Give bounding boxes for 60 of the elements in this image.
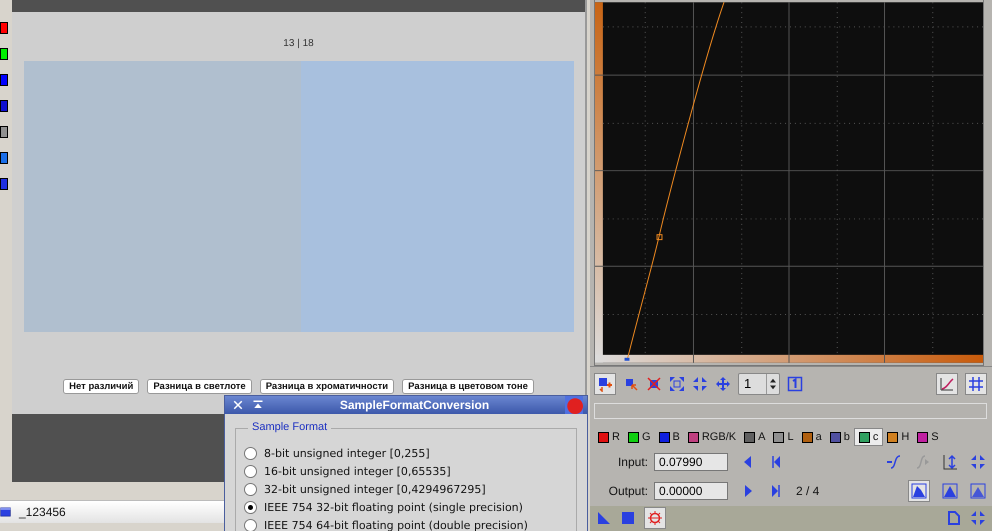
close-icon[interactable] [232,399,244,411]
option-label: 32-bit unsigned integer [0,4294967295] [264,482,486,496]
window-icon[interactable] [0,505,11,519]
page-counter: 13 | 18 [283,38,314,51]
channel-icon[interactable] [0,126,8,138]
channel-tab[interactable]: S [913,429,943,446]
compare-button[interactable]: Нет различий [63,379,140,394]
reset-icon[interactable] [644,507,666,530]
collapse-icon[interactable] [252,399,264,411]
channel-tab[interactable]: H [883,429,914,446]
window-title: SampleFormatConversion [338,398,490,412]
reset-axis-icon[interactable] [942,454,958,470]
move-icon[interactable] [715,376,731,392]
shrink-icon[interactable] [970,454,986,470]
grid-icon[interactable] [965,372,987,395]
curve-icon[interactable] [886,454,902,470]
channel-tab[interactable]: L [769,429,798,446]
histogram-icon[interactable] [942,483,958,500]
channel-tab[interactable]: RGB/K [684,429,740,446]
radio-button[interactable] [244,482,257,496]
field-label: Output: [608,484,648,498]
histogram-icon[interactable] [970,483,986,500]
histogram-icon[interactable] [908,480,930,502]
channel-tab[interactable]: G [624,429,655,446]
channel-tab[interactable]: c [854,428,884,446]
value-field[interactable]: 0.07990 [654,453,728,472]
channel-tab[interactable]: b [826,429,854,446]
compare-button[interactable]: Разница в цветовом тоне [402,379,534,394]
point-counter: 2 / 4 [796,484,820,498]
group-title: Sample Format [248,421,332,433]
one-to-one-icon[interactable] [787,376,803,392]
zoom-spinbox[interactable]: 1 [738,372,780,395]
compare-button[interactable]: Разница в хроматичности [260,379,394,394]
channel-tab[interactable]: a [798,429,826,446]
option-label: IEEE 754 64-bit floating point (double precision) [264,518,528,531]
radio-button[interactable] [244,464,257,478]
expand-icon[interactable] [669,376,685,392]
curve-graph-drawing[interactable] [594,0,984,366]
option-label: 8-bit unsigned integer [0,255] [264,446,430,460]
radio-button[interactable] [244,518,257,531]
option-label: IEEE 754 32-bit floating point (single precision) [264,500,523,514]
triangle-icon[interactable] [596,510,612,526]
radio-button[interactable] [244,446,257,460]
window-title: _123456 [19,505,66,519]
shrink-icon[interactable] [970,510,986,526]
add-point-icon[interactable] [594,372,616,395]
channel-tab[interactable]: A [740,429,770,446]
compare-button[interactable]: Разница в светлоте [147,379,252,394]
channel-tab[interactable]: B [654,429,684,446]
curve-display-icon[interactable] [936,372,958,395]
channel-icon[interactable] [0,48,8,60]
square-icon[interactable] [620,510,636,526]
field-label: Input: [616,455,648,470]
value-field[interactable]: 0.00000 [654,482,728,500]
radio-button[interactable] [244,500,257,514]
document-icon[interactable] [946,510,962,526]
delete-point-icon[interactable] [646,376,662,392]
channel-tab[interactable]: R [594,429,624,446]
shrink-icon[interactable] [692,376,708,392]
option-label: 16-bit unsigned integer [0,65535] [264,464,451,478]
